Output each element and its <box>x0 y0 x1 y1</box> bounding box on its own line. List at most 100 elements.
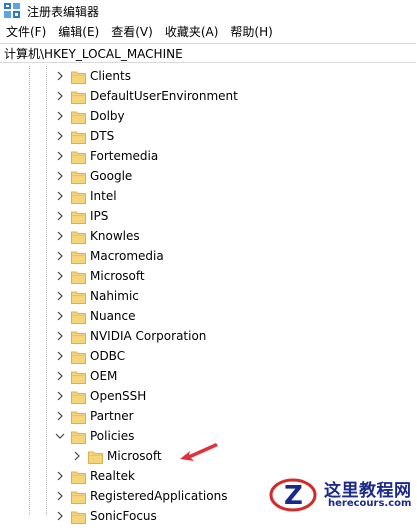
tree-item-label: Microsoft <box>90 269 145 283</box>
menu-favorites[interactable]: 收藏夹(A) <box>159 22 225 42</box>
tree-item-label: Policies <box>90 429 135 443</box>
tree-item-label: Partner <box>90 409 134 423</box>
chevron-right-icon[interactable] <box>53 149 67 163</box>
tree-item-label: Intel <box>90 189 117 203</box>
menu-view[interactable]: 查看(V) <box>105 22 159 42</box>
chevron-right-icon[interactable] <box>53 489 67 503</box>
folder-icon <box>71 129 86 144</box>
folder-icon <box>71 249 86 264</box>
tree-item[interactable]: Macromedia <box>0 246 417 266</box>
chevron-right-icon[interactable] <box>53 309 67 323</box>
tree-item[interactable]: NVIDIA Corporation <box>0 326 417 346</box>
chevron-right-icon[interactable] <box>53 389 67 403</box>
folder-icon <box>71 469 86 484</box>
tree-item-label: OpenSSH <box>90 389 147 403</box>
tree-item-label: NVIDIA Corporation <box>90 329 207 343</box>
chevron-right-icon[interactable] <box>53 329 67 343</box>
folder-icon <box>88 449 103 464</box>
folder-icon <box>71 429 86 444</box>
folder-icon <box>71 489 86 504</box>
chevron-right-icon[interactable] <box>53 409 67 423</box>
chevron-right-icon[interactable] <box>53 509 67 523</box>
address-bar[interactable]: 计算机\HKEY_LOCAL_MACHINE <box>0 43 416 63</box>
tree-item[interactable]: Nahimic <box>0 286 417 306</box>
tree-item-label: RegisteredApplications <box>90 489 228 503</box>
tree-item[interactable]: Nuance <box>0 306 417 326</box>
chevron-right-icon[interactable] <box>70 449 84 463</box>
tree-item[interactable]: Microsoft <box>0 266 417 286</box>
tree-item[interactable]: Fortemedia <box>0 146 417 166</box>
tree-item-label: DefaultUserEnvironment <box>90 89 238 103</box>
tree-item[interactable]: DTS <box>0 126 417 146</box>
menu-bar: 文件(F) 编辑(E) 查看(V) 收藏夹(A) 帮助(H) <box>0 22 417 42</box>
title-bar: 注册表编辑器 <box>0 0 417 22</box>
folder-icon <box>71 409 86 424</box>
chevron-right-icon[interactable] <box>53 189 67 203</box>
folder-icon <box>71 229 86 244</box>
tree-item[interactable]: Clients <box>0 66 417 86</box>
tree-item[interactable]: Intel <box>0 186 417 206</box>
folder-icon <box>71 89 86 104</box>
chevron-right-icon[interactable] <box>53 289 67 303</box>
tree-item-label: Dolby <box>90 109 125 123</box>
folder-icon <box>71 169 86 184</box>
tree-item-label: Nuance <box>90 309 136 323</box>
watermark-logo-icon: Z <box>269 478 317 512</box>
tree-item-label: OEM <box>90 369 118 383</box>
folder-icon <box>71 509 86 524</box>
folder-icon <box>71 269 86 284</box>
tree-item-label: Fortemedia <box>90 149 159 163</box>
folder-icon <box>71 149 86 164</box>
folder-icon <box>71 329 86 344</box>
chevron-right-icon[interactable] <box>53 269 67 283</box>
folder-icon <box>71 189 86 204</box>
chevron-right-icon[interactable] <box>53 69 67 83</box>
svg-text:Z: Z <box>284 481 303 511</box>
tree-item-label: Realtek <box>90 469 135 483</box>
chevron-right-icon[interactable] <box>53 229 67 243</box>
folder-icon <box>71 289 86 304</box>
tree-item-label: Macromedia <box>90 249 164 263</box>
watermark-domain: herecours.com <box>328 498 412 509</box>
menu-edit[interactable]: 编辑(E) <box>52 22 105 42</box>
menu-help[interactable]: 帮助(H) <box>224 22 278 42</box>
tree-item[interactable]: IPS <box>0 206 417 226</box>
menu-file[interactable]: 文件(F) <box>0 22 52 42</box>
tree-item-label: Google <box>90 169 133 183</box>
chevron-right-icon[interactable] <box>53 129 67 143</box>
tree-item-label: DTS <box>90 129 115 143</box>
chevron-right-icon[interactable] <box>53 369 67 383</box>
tree-item-label: SonicFocus <box>90 509 157 523</box>
folder-icon <box>71 349 86 364</box>
tree-item-label: Microsoft <box>107 449 162 463</box>
folder-icon <box>71 69 86 84</box>
tree-item[interactable]: DefaultUserEnvironment <box>0 86 417 106</box>
tree-item[interactable]: Google <box>0 166 417 186</box>
window-title: 注册表编辑器 <box>27 5 100 19</box>
tree-item[interactable]: Dolby <box>0 106 417 126</box>
tree-item-label: ODBC <box>90 349 126 363</box>
chevron-down-icon[interactable] <box>53 429 67 443</box>
folder-icon <box>71 389 86 404</box>
watermark: Z 这里教程网 herecours.com <box>268 474 417 515</box>
tree-item-label: Nahimic <box>90 289 139 303</box>
tree-item-label: IPS <box>90 209 109 223</box>
tree-item[interactable]: Knowles <box>0 226 417 246</box>
folder-icon <box>71 309 86 324</box>
folder-icon <box>71 209 86 224</box>
tree-item-label: Knowles <box>90 229 140 243</box>
chevron-right-icon[interactable] <box>53 169 67 183</box>
chevron-right-icon[interactable] <box>53 349 67 363</box>
chevron-right-icon[interactable] <box>53 249 67 263</box>
tree-item[interactable]: ODBC <box>0 346 417 366</box>
chevron-right-icon[interactable] <box>53 469 67 483</box>
folder-icon <box>71 109 86 124</box>
chevron-right-icon[interactable] <box>53 109 67 123</box>
folder-icon <box>71 369 86 384</box>
chevron-right-icon[interactable] <box>53 89 67 103</box>
tree-item[interactable]: OEM <box>0 366 417 386</box>
chevron-right-icon[interactable] <box>53 209 67 223</box>
tree-item[interactable]: Partner <box>0 406 417 426</box>
tree-item[interactable]: OpenSSH <box>0 386 417 406</box>
address-path: 计算机\HKEY_LOCAL_MACHINE <box>4 47 183 61</box>
